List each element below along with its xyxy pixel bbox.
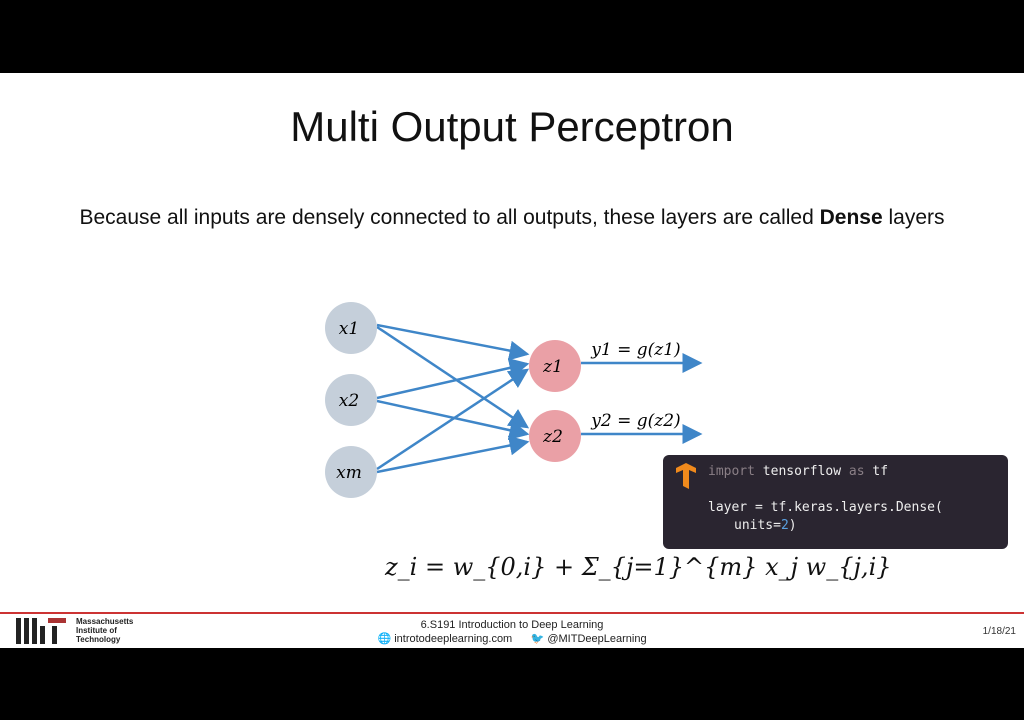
code-line-2: layer = tf.keras.layers.Dense( <box>708 500 943 515</box>
node-label: z1 <box>542 357 563 377</box>
code-arg: units= <box>734 518 781 533</box>
code-keyword: import <box>708 464 755 479</box>
node-label: xm <box>336 463 362 483</box>
code-module: tensorflow <box>762 464 842 479</box>
twitter-handle[interactable]: @MITDeepLearning <box>547 633 646 645</box>
code-paren: ) <box>788 518 797 533</box>
node-label: x1 <box>339 319 359 339</box>
node-label: x2 <box>339 391 359 411</box>
website-link[interactable]: introtodeeplearning.com <box>394 633 512 645</box>
output-label-y1: y1 = g(z1) <box>590 340 680 360</box>
twitter-icon: 🐦 <box>530 633 545 645</box>
course-name: 6.S191 Introduction to Deep Learning <box>420 619 604 631</box>
tensorflow-logo-icon <box>676 463 696 489</box>
code-snippet: import tensorflow as tf layer = tf.keras… <box>663 455 1008 549</box>
output-label-y2: y2 = g(z2) <box>590 411 680 431</box>
node-label: z2 <box>542 427 563 447</box>
code-keyword: as <box>848 464 865 479</box>
code-number: 2 <box>780 518 789 533</box>
slide: Multi Output Perceptron Because all inpu… <box>0 73 1024 648</box>
code-alias: tf <box>872 464 889 479</box>
globe-icon: 🌐 <box>377 633 392 645</box>
slide-footer: Massachusetts Institute of Technology 6.… <box>0 612 1024 650</box>
dense-equation: z_i = w_{0,i} + Σ_{j=1}^{m} x_j w_{j,i} <box>385 553 892 581</box>
slide-date: 1/18/21 <box>982 626 1016 637</box>
